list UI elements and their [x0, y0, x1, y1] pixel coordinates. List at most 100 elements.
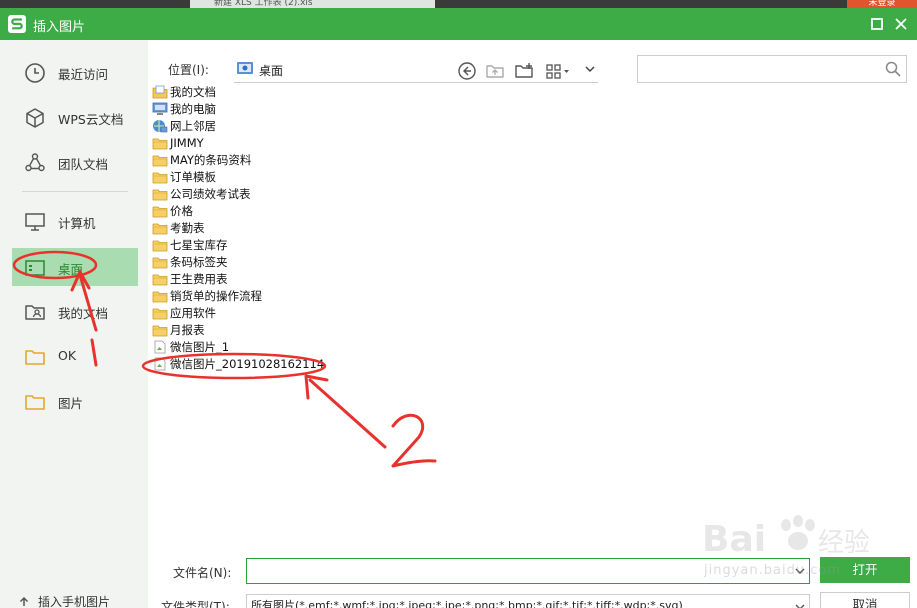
sidebar-item-computer[interactable]: 计算机: [12, 202, 138, 240]
sidebar-item-label: WPS云文档: [58, 112, 124, 127]
search-icon[interactable]: [884, 60, 902, 78]
file-name: MAY的条码资料: [170, 153, 252, 167]
maximize-icon[interactable]: [868, 15, 886, 33]
back-icon[interactable]: [457, 61, 477, 81]
file-list-item[interactable]: 条码标签夹: [152, 254, 552, 271]
folder-icon: [25, 350, 45, 365]
file-list-item[interactable]: 我的文档: [152, 84, 552, 101]
folder-icon: [152, 289, 168, 303]
folder-icon: [152, 153, 168, 167]
dialog-title: 插入图片: [33, 20, 86, 35]
desktop-location-icon: [237, 62, 253, 74]
file-name: 销货单的操作流程: [170, 289, 262, 303]
file-name: 考勤表: [170, 221, 205, 235]
file-name: 网上邻居: [170, 119, 216, 133]
sidebar-item-my-documents[interactable]: 我的文档: [12, 292, 138, 330]
folder-icon: [152, 187, 168, 201]
sidebar-item-desktop[interactable]: 桌面: [12, 248, 138, 286]
folder-icon: [152, 204, 168, 218]
insert-phone-picture-button[interactable]: 插入手机图片: [16, 593, 110, 608]
baidu-watermark: Bai 经验 jingyan.baidu.com: [700, 505, 880, 585]
search-input[interactable]: [638, 56, 878, 82]
file-name: 条码标签夹: [170, 255, 228, 269]
folder-icon: [152, 323, 168, 337]
filename-label: 文件名(N):: [173, 566, 232, 580]
file-name: 订单模板: [170, 170, 216, 184]
location-label: 位置(I):: [168, 63, 209, 77]
sidebar-item-ok[interactable]: OK: [12, 337, 138, 375]
dialog-titlebar: 插入图片: [0, 8, 917, 40]
file-name: 应用软件: [170, 306, 216, 320]
file-list-item[interactable]: 销货单的操作流程: [152, 288, 552, 305]
image-file-icon: [152, 357, 168, 371]
new-folder-icon[interactable]: [514, 61, 534, 81]
folder-icon: [152, 255, 168, 269]
clock-icon: [25, 63, 45, 83]
taskbar-strip: 新建 XLS 工作表 (2).xls 未登录: [0, 0, 917, 8]
sidebar-item-label: 计算机: [58, 216, 96, 231]
computer-icon: [152, 102, 168, 116]
team-icon: [25, 153, 45, 172]
watermark-url: jingyan.baidu.com: [704, 563, 841, 578]
file-list-item[interactable]: 价格: [152, 203, 552, 220]
file-list-item[interactable]: 考勤表: [152, 220, 552, 237]
file-list-item[interactable]: 公司绩效考试表: [152, 186, 552, 203]
file-name: 微信图片_1: [170, 340, 230, 354]
person-folder-icon: [25, 305, 45, 320]
cube-icon: [26, 108, 44, 128]
sidebar-item-pictures[interactable]: 图片: [12, 382, 138, 420]
file-name: 我的电脑: [170, 102, 216, 116]
folder-icon: [152, 272, 168, 286]
folder-icon: [152, 238, 168, 252]
location-dropdown[interactable]: 桌面: [234, 57, 598, 83]
file-list-item[interactable]: 微信图片_1: [152, 339, 552, 356]
sidebar-item-label: 桌面: [58, 262, 84, 277]
file-name: 王生费用表: [170, 272, 228, 286]
file-name: 七星宝库存: [170, 238, 228, 252]
monitor-icon: [25, 213, 45, 231]
location-value: 桌面: [259, 64, 284, 78]
sidebar-item-label: 团队文档: [58, 157, 109, 172]
file-list-item[interactable]: 王生费用表: [152, 271, 552, 288]
file-name: 价格: [170, 204, 193, 218]
filetype-label: 文件类型(T):: [161, 600, 230, 608]
network-icon: [152, 119, 168, 133]
phone-upload-icon: [18, 596, 30, 608]
sidebar-item-label: OK: [58, 348, 77, 363]
desktop-icon: [25, 260, 45, 276]
filetype-select[interactable]: 所有图片(*.emf;*.wmf;*.jpg;*.jpeg;*.jpe;*.pn…: [246, 594, 810, 608]
chevron-down-icon: [585, 66, 595, 73]
search-box: [637, 55, 907, 83]
folder-icon: [25, 395, 45, 410]
login-button[interactable]: 未登录: [847, 0, 917, 8]
file-list-item[interactable]: 我的电脑: [152, 101, 552, 118]
file-name: JIMMY: [170, 136, 204, 150]
file-list-item[interactable]: 网上邻居: [152, 118, 552, 135]
filetype-value: 所有图片(*.emf;*.wmf;*.jpg;*.jpeg;*.jpe;*.pn…: [251, 599, 683, 608]
chevron-down-icon: [795, 604, 805, 608]
sidebar-item-team-docs[interactable]: 团队文档: [12, 143, 138, 181]
file-list-item[interactable]: JIMMY: [152, 135, 552, 152]
file-name: 月报表: [170, 323, 205, 337]
file-list-item[interactable]: 订单模板: [152, 169, 552, 186]
up-folder-icon[interactable]: [485, 61, 505, 81]
folder-icon: [152, 170, 168, 184]
file-list-item[interactable]: MAY的条码资料: [152, 152, 552, 169]
file-list-item[interactable]: 月报表: [152, 322, 552, 339]
file-list-item[interactable]: 微信图片_20191028162114: [152, 356, 552, 373]
documents-icon: [152, 85, 168, 99]
svg-text:经验: 经验: [818, 528, 870, 558]
file-list-item[interactable]: 应用软件: [152, 305, 552, 322]
view-grid-icon[interactable]: [545, 61, 571, 81]
file-list-item[interactable]: 七星宝库存: [152, 237, 552, 254]
sidebar-item-recent[interactable]: 最近访问: [12, 53, 138, 91]
folder-icon: [152, 306, 168, 320]
cancel-button[interactable]: 取消: [820, 592, 910, 608]
taskbar-tab[interactable]: 新建 XLS 工作表 (2).xls: [190, 0, 435, 8]
sidebar-item-wps-cloud[interactable]: WPS云文档: [12, 98, 138, 136]
close-icon[interactable]: [892, 15, 910, 33]
sidebar-item-label: 最近访问: [58, 67, 109, 82]
sidebar-item-label: 图片: [58, 396, 84, 411]
svg-text:Bai: Bai: [702, 519, 766, 560]
image-file-icon: [152, 340, 168, 354]
